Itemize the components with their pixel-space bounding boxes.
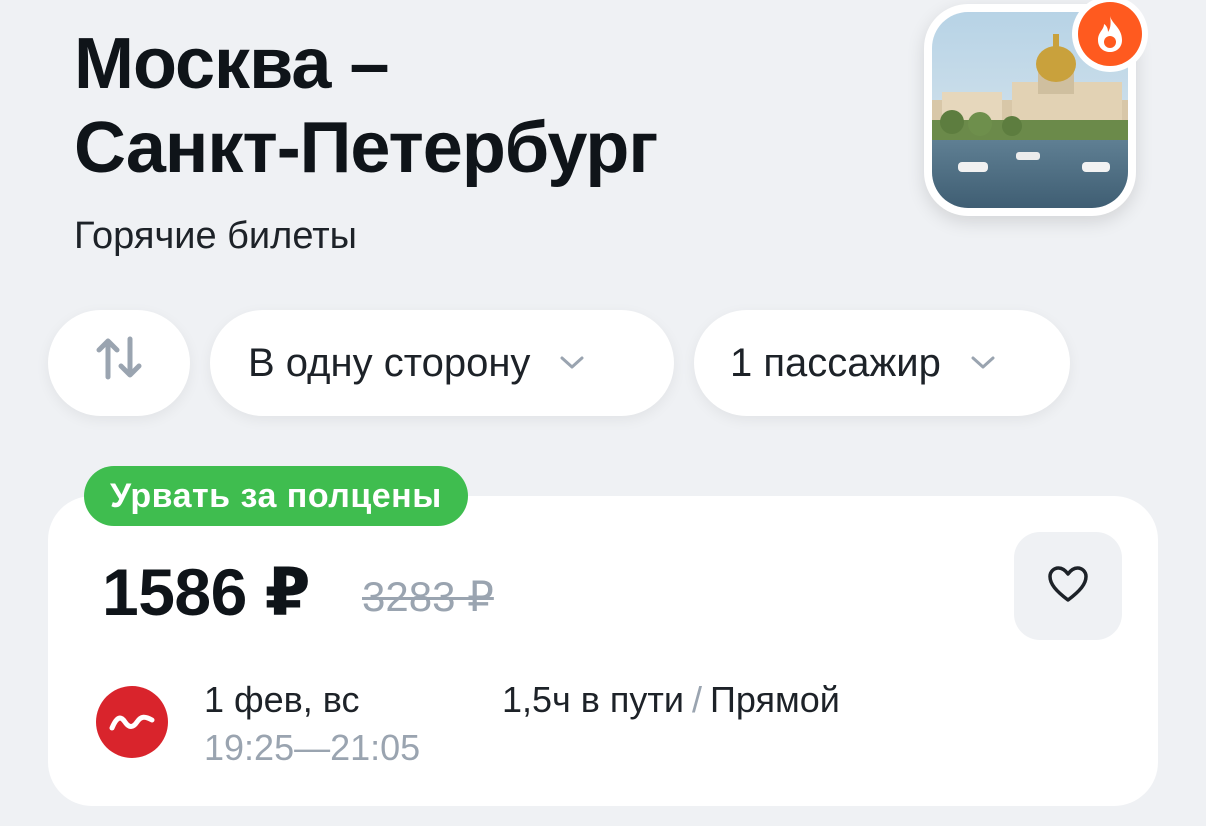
trip-info: 1,5ч в пути / Прямой [502, 680, 840, 720]
arrival-time: 21:05 [330, 727, 421, 768]
airline-logo-icon [96, 686, 168, 758]
old-price: 3283 ₽ [362, 573, 494, 620]
page-title-line1: Москва – [74, 24, 390, 104]
hot-badge [1072, 0, 1148, 72]
page-title-line2: Санкт-Петербург [74, 108, 658, 188]
flight-date: 1 фев, вс [204, 679, 360, 720]
page-title: Москва – Санкт-Петербург [74, 22, 658, 190]
passengers-dropdown[interactable]: 1 пассажир [694, 310, 1070, 416]
passengers-label: 1 пассажир [730, 340, 941, 385]
destination-thumbnail[interactable] [924, 0, 1148, 216]
departure-time: 19:25 [204, 727, 295, 768]
flight-times: 19:25—21:05 [204, 728, 420, 768]
chevron-down-icon [558, 354, 586, 372]
chevron-down-icon [969, 354, 997, 372]
deal-badge: Урвать за полцены [84, 466, 468, 526]
current-price: 1586 ₽ [102, 555, 311, 629]
trip-direction-dropdown[interactable]: В одну сторону [210, 310, 674, 416]
favorite-button[interactable] [1014, 532, 1122, 640]
page-subtitle: Горячие билеты [74, 215, 357, 257]
swap-direction-button[interactable] [48, 310, 190, 416]
heart-icon [1046, 564, 1090, 609]
swap-arrows-icon [94, 333, 144, 393]
trip-direction-label: В одну сторону [248, 340, 531, 385]
fire-icon [1078, 2, 1142, 66]
flight-duration: 1,5ч в пути [502, 679, 685, 720]
flight-stops: Прямой [710, 679, 840, 720]
trip-separator: / [692, 679, 703, 720]
time-dash: — [294, 727, 331, 768]
